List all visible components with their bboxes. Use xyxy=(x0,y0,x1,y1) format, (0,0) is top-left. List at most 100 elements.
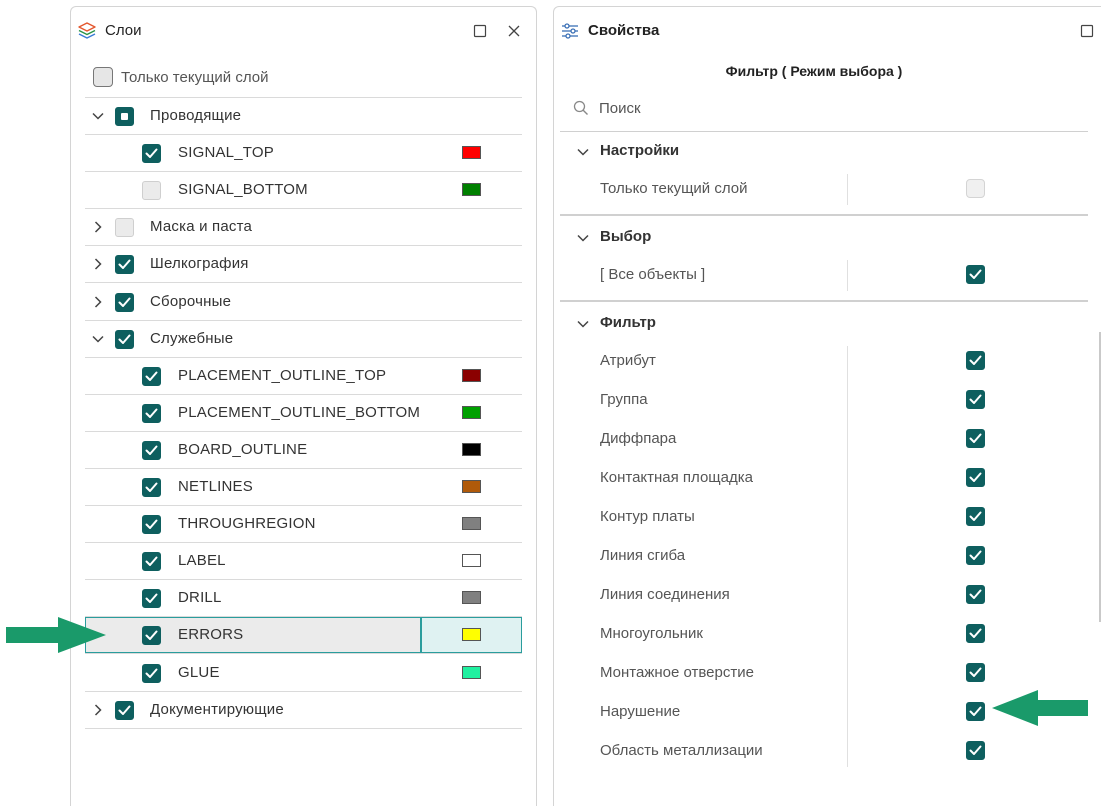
checkbox[interactable] xyxy=(115,255,134,275)
only-current-layer-toggle[interactable]: Только текущий слой xyxy=(71,63,531,89)
chevron-down-icon[interactable] xyxy=(91,109,105,123)
column-separator xyxy=(847,260,848,291)
layer-group-документирующие[interactable]: Документирующие xyxy=(85,692,522,729)
layer-row-board-outline[interactable]: BOARD_OUTLINE xyxy=(85,432,522,469)
filter-row-атрибут[interactable]: Атрибут xyxy=(554,342,1101,380)
checkbox[interactable] xyxy=(142,181,161,201)
checkbox[interactable] xyxy=(966,179,985,198)
layer-row-throughregion[interactable]: THROUGHREGION xyxy=(85,506,522,544)
filter-row-линия-сгиба[interactable]: Линия сгиба xyxy=(554,537,1101,575)
section-divider xyxy=(560,214,1088,216)
filter-row-диффпара[interactable]: Диффпара xyxy=(554,420,1101,458)
layers-panel-title: Слои xyxy=(105,22,142,39)
filter-row-контур-платы[interactable]: Контур платы xyxy=(554,498,1101,536)
checkbox[interactable] xyxy=(142,144,161,164)
checkbox[interactable] xyxy=(115,292,134,312)
layer-color-swatch[interactable] xyxy=(462,591,481,605)
only-current-layer-checkbox[interactable] xyxy=(93,67,113,87)
checkbox[interactable] xyxy=(115,107,134,126)
layer-row-placement-outline-top[interactable]: PLACEMENT_OUTLINE_TOP xyxy=(85,358,522,395)
layer-group-проводящие[interactable]: Проводящие xyxy=(85,98,522,135)
layer-group-шелкография[interactable]: Шелкография xyxy=(85,246,522,284)
properties-panel-title: Свойства xyxy=(588,22,660,39)
layer-group-служебные[interactable]: Служебные xyxy=(85,321,522,358)
filter-row-контактная-площадка[interactable]: Контактная площадка xyxy=(554,459,1101,497)
checkbox[interactable] xyxy=(966,585,985,604)
property-label: Группа xyxy=(600,391,648,408)
layer-color-swatch[interactable] xyxy=(462,628,481,642)
maximize-icon[interactable] xyxy=(1078,22,1096,40)
layer-color-swatch[interactable] xyxy=(462,146,481,160)
checkbox[interactable] xyxy=(142,626,161,646)
filter-row-группа[interactable]: Группа xyxy=(554,381,1101,419)
checkbox[interactable] xyxy=(966,663,985,682)
close-icon[interactable] xyxy=(505,22,523,40)
chevron-down-icon[interactable] xyxy=(576,231,590,250)
maximize-icon[interactable] xyxy=(471,22,489,40)
annotation-arrow-right xyxy=(992,690,1088,726)
search-box[interactable]: Поиск xyxy=(554,93,1094,125)
property-label: Монтажное отверстие xyxy=(600,664,754,681)
filter-row-линия-соединения[interactable]: Линия соединения xyxy=(554,576,1101,614)
checkbox[interactable] xyxy=(966,468,985,487)
layer-row-label[interactable]: LABEL xyxy=(85,543,522,581)
layer-group-сборочные[interactable]: Сборочные xyxy=(85,284,522,321)
column-separator xyxy=(847,346,848,767)
filter-row-монтажное-отверстие[interactable]: Монтажное отверстие xyxy=(554,654,1101,692)
filter-row-только-текущий-слой[interactable]: Только текущий слой xyxy=(554,170,1101,208)
layer-color-swatch[interactable] xyxy=(462,183,481,197)
checkbox[interactable] xyxy=(142,440,161,460)
properties-panel: Свойства Фильтр ( Режим выбора ) Поиск Н… xyxy=(553,6,1101,806)
row-divider xyxy=(85,727,522,729)
chevron-down-icon[interactable] xyxy=(576,317,590,336)
chevron-right-icon[interactable] xyxy=(91,703,105,717)
checkbox[interactable] xyxy=(966,351,985,370)
layer-row-signal-top[interactable]: SIGNAL_TOP xyxy=(85,135,522,173)
checkbox[interactable] xyxy=(966,390,985,409)
checkbox[interactable] xyxy=(115,218,134,238)
section-фильтр[interactable]: Фильтр xyxy=(554,304,1101,342)
checkbox[interactable] xyxy=(142,515,161,535)
filter-row-многоугольник[interactable]: Многоугольник xyxy=(554,615,1101,653)
layer-color-swatch[interactable] xyxy=(462,665,481,679)
section-настройки[interactable]: Настройки xyxy=(554,132,1101,170)
layer-row-signal-bottom[interactable]: SIGNAL_BOTTOM xyxy=(85,172,522,210)
layer-color-swatch[interactable] xyxy=(462,480,481,493)
checkbox[interactable] xyxy=(115,329,134,349)
layer-color-swatch[interactable] xyxy=(462,442,481,456)
checkbox[interactable] xyxy=(966,507,985,526)
layer-row-placement-outline-bottom[interactable]: PLACEMENT_OUTLINE_BOTTOM xyxy=(85,395,522,432)
checkbox[interactable] xyxy=(966,702,985,721)
checkbox[interactable] xyxy=(966,429,985,448)
chevron-right-icon[interactable] xyxy=(91,257,105,271)
layer-row-errors[interactable]: ERRORS xyxy=(85,617,522,655)
layer-row-glue[interactable]: GLUE xyxy=(85,655,522,692)
checkbox[interactable] xyxy=(142,589,161,609)
layer-label: Документирующие xyxy=(150,700,284,718)
chevron-down-icon[interactable] xyxy=(91,332,105,346)
layer-color-swatch[interactable] xyxy=(462,405,481,419)
checkbox[interactable] xyxy=(142,663,161,683)
checkbox[interactable] xyxy=(142,552,161,572)
checkbox[interactable] xyxy=(142,403,161,423)
layer-row-drill[interactable]: DRILL xyxy=(85,580,522,618)
checkbox[interactable] xyxy=(142,478,161,497)
checkbox[interactable] xyxy=(115,700,134,720)
chevron-down-icon[interactable] xyxy=(576,145,590,164)
layer-group-маска-и-паста[interactable]: Маска и паста xyxy=(85,209,522,247)
checkbox[interactable] xyxy=(966,546,985,565)
checkbox[interactable] xyxy=(966,741,985,760)
checkbox[interactable] xyxy=(142,366,161,386)
filter-row-область-металлизации[interactable]: Область металлизации xyxy=(554,732,1101,770)
checkbox[interactable] xyxy=(966,265,985,284)
layer-row-netlines[interactable]: NETLINES xyxy=(85,469,522,506)
search-input[interactable]: Поиск xyxy=(599,100,641,117)
chevron-right-icon[interactable] xyxy=(91,220,105,234)
layer-color-swatch[interactable] xyxy=(462,368,481,382)
layer-color-swatch[interactable] xyxy=(462,554,481,568)
checkbox[interactable] xyxy=(966,624,985,643)
layer-color-swatch[interactable] xyxy=(462,517,481,531)
section-выбор[interactable]: Выбор xyxy=(554,218,1101,256)
chevron-right-icon[interactable] xyxy=(91,295,105,309)
filter-row-все-объекты[interactable]: [ Все объекты ] xyxy=(554,256,1101,294)
